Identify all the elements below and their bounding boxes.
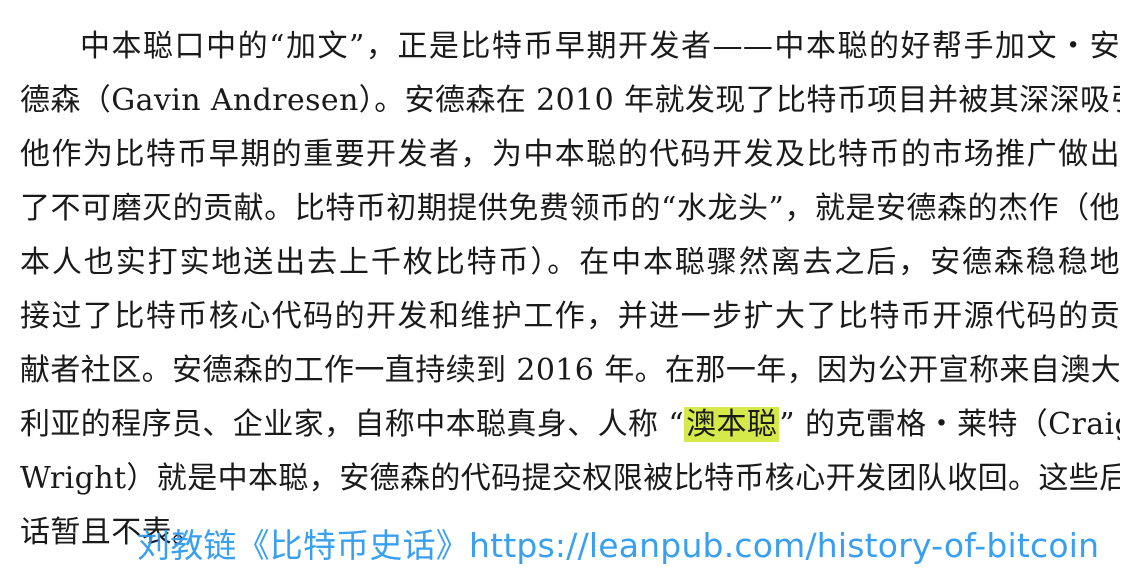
paragraph-line-1: 中本聪口中的“加文”，正是比特币早期开发者——中本聪的好帮手加文・安 bbox=[80, 29, 1120, 64]
paragraph-line-5: 本人也实打实地送出去上千枚比特币）。在中本聪骤然离去之后，安德森稳稳地 bbox=[20, 245, 1120, 280]
document-page: 中本聪口中的“加文”，正是比特币早期开发者——中本聪的好帮手加文・安 德森（Ga… bbox=[0, 0, 1144, 576]
paragraph-line-7: 献者社区。安德森的工作一直持续到 2016 年。在那一年，因为公开宣称来自澳大 bbox=[20, 353, 1120, 388]
source-watermark: 刘教链《比特币史话》https://leanpub.com/history-of… bbox=[137, 526, 1100, 565]
paragraph-line-3: 他作为比特币早期的重要开发者，为中本聪的代码开发及比特币的市场推广做出 bbox=[20, 137, 1120, 172]
paragraph-line-2: 德森（Gavin Andresen）。安德森在 2010 年就发现了比特币项目并… bbox=[20, 83, 1120, 118]
line-8-text-before: 利亚的程序员、企业家，自称中本聪真身、人称 “ bbox=[20, 407, 685, 442]
highlighted-term: 澳本聪 bbox=[684, 407, 780, 442]
paragraph-line-6: 接过了比特币核心代码的开发和维护工作，并进一步扩大了比特币开源代码的贡 bbox=[20, 299, 1120, 334]
paragraph-line-8: 利亚的程序员、企业家，自称中本聪真身、人称 “澳本聪” 的克雷格・莱特（Crai… bbox=[20, 398, 1120, 452]
line-8-text-after: ” 的克雷格・莱特（Craig bbox=[779, 407, 1120, 442]
paragraph-line-9: Wright）就是中本聪，安德森的代码提交权限被比特币核心开发团队收回。这些后 bbox=[20, 461, 1120, 496]
paragraph-line-4: 了不可磨灭的贡献。比特币初期提供免费领币的“水龙头”，就是安德森的杰作（他 bbox=[20, 191, 1120, 226]
